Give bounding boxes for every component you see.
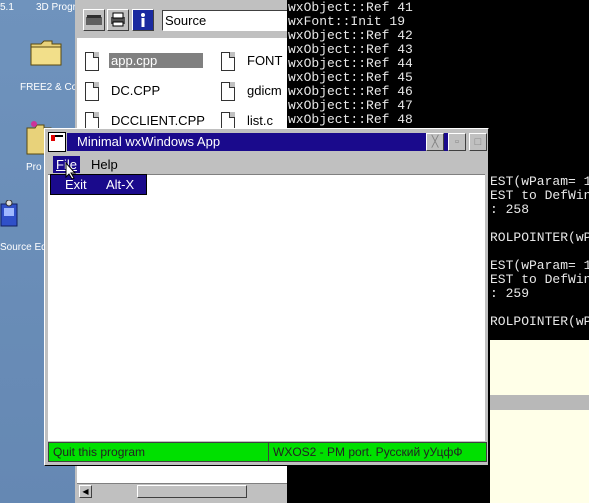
- file-manager-toolbar: Source: [75, 0, 292, 36]
- desktop-icon-label: 3D Progr: [36, 2, 77, 13]
- desktop-icon-label: Source Edi: [0, 242, 49, 253]
- scroll-thumb[interactable]: [137, 485, 247, 498]
- menu-item-shortcut: Alt-X: [106, 177, 135, 192]
- console-line: ROLPOINTER(wP: [490, 230, 589, 245]
- console-line: EST to DefWin: [490, 272, 589, 287]
- console-line: wxObject::Ref 44: [288, 56, 413, 71]
- printer-icon[interactable]: [107, 9, 129, 31]
- horizontal-scrollbar[interactable]: ◀: [77, 483, 290, 500]
- status-text-left: Quit this program: [49, 443, 269, 461]
- console-line: ROLPOINTER(wP: [490, 314, 589, 329]
- console-line: wxObject::Ref 46: [288, 84, 413, 99]
- editor-icon[interactable]: [0, 199, 20, 230]
- status-bar: Quit this program WXOS2 - PM port. Русск…: [48, 442, 487, 462]
- console-divider: [490, 395, 589, 410]
- client-area: [48, 175, 485, 441]
- console-line: wxObject::Ref 42: [288, 28, 413, 43]
- console-line: EST to DefWin: [490, 188, 589, 203]
- console-panel: [490, 410, 589, 503]
- system-menu-icon[interactable]: [48, 132, 66, 152]
- menu-help-label: Help: [91, 157, 118, 172]
- console-line: wxObject::Ref 43: [288, 42, 413, 57]
- console-line: wxObject::Ref 48: [288, 112, 413, 127]
- console-line: EST(wParam= 1: [490, 258, 589, 273]
- console-line: wxObject::Ref 47: [288, 98, 413, 113]
- console-panel: [490, 340, 589, 395]
- drive-icon[interactable]: [83, 9, 105, 31]
- console-line: : 258: [490, 202, 530, 217]
- maximize-icon[interactable]: □: [469, 133, 487, 151]
- console-line: EST(wParam= 1: [490, 174, 589, 189]
- info-icon[interactable]: [132, 9, 154, 31]
- console-line: wxObject::Ref 41: [288, 0, 413, 15]
- window-title: Minimal wxWindows App: [67, 133, 465, 151]
- document-icon: [85, 82, 99, 101]
- scroll-left-icon[interactable]: ◀: [79, 485, 92, 498]
- folder-icon[interactable]: [30, 38, 62, 66]
- console-line: wxObject::Ref 45: [288, 70, 413, 85]
- restore-icon[interactable]: ▫: [448, 133, 466, 151]
- path-field[interactable]: Source: [162, 10, 292, 31]
- desktop-icon-label: FREE2 & Co: [20, 82, 78, 93]
- document-icon: [85, 52, 99, 71]
- menu-help[interactable]: Help: [88, 156, 121, 173]
- desktop-icon-label: Pro: [26, 162, 42, 173]
- menu-bar: File Help: [48, 154, 485, 175]
- desktop-icon-label: 5.1: [0, 2, 14, 13]
- console-line: : 259: [490, 286, 530, 301]
- status-text-right: WXOS2 - PM port. Русский уУцфФ: [273, 445, 463, 459]
- minimize-icon[interactable]: ╳: [426, 133, 444, 151]
- mouse-cursor-icon: [65, 161, 77, 183]
- document-icon: [221, 82, 235, 101]
- document-icon: [221, 52, 235, 71]
- console-line: wxFont::Init 19: [288, 14, 406, 29]
- app-window: Minimal wxWindows App ╳ ▫ □ File Help Ex…: [44, 128, 489, 466]
